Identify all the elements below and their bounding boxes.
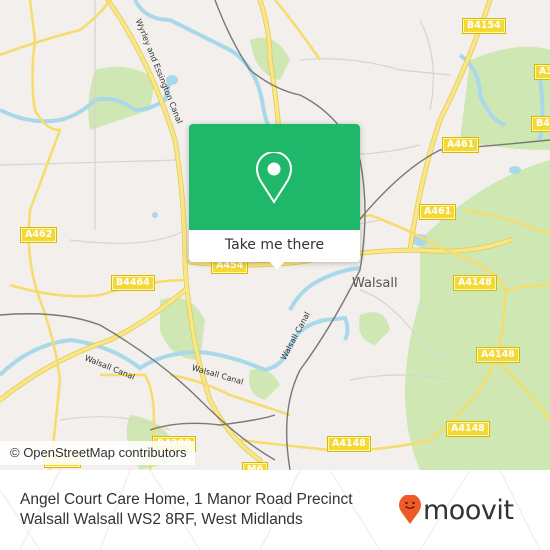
road-label: A461 — [441, 137, 480, 153]
road-label: M6 — [241, 462, 269, 470]
popup-header — [189, 124, 360, 230]
popup-pointer — [269, 261, 285, 270]
location-popup: Take me there — [189, 124, 360, 270]
road-label: A461 — [418, 204, 457, 220]
road-label: B4464 — [111, 275, 155, 291]
address: Angel Court Care Home, 1 Manor Road Prec… — [20, 490, 390, 530]
road-label: B4154 — [462, 18, 506, 34]
take-me-there-button[interactable]: Take me there — [189, 230, 360, 262]
map-attribution[interactable]: © OpenStreetMap contributors — [0, 441, 195, 465]
road-label: A4148 — [446, 421, 490, 437]
road-label: A4148 — [453, 275, 497, 291]
address-line-1: Angel Court Care Home, 1 Manor Road Prec… — [20, 491, 353, 508]
road-label: B4154 — [531, 116, 550, 132]
brand-name: moovit — [423, 494, 514, 526]
moovit-logo[interactable]: moovit — [399, 490, 514, 530]
address-line-2: Walsall Walsall WS2 8RF, West Midlands — [20, 511, 303, 528]
map[interactable]: Walsall A34 B4154 A461 A461 A462 A454 B4… — [0, 0, 550, 470]
road-label: A4148 — [327, 436, 371, 452]
road-label: A4148 — [476, 347, 520, 363]
place-label-walsall: Walsall — [352, 276, 398, 291]
road-label: A462 — [19, 227, 58, 243]
moovit-pin-icon — [399, 495, 421, 524]
road-label: A34 — [534, 64, 550, 80]
footer: Angel Court Care Home, 1 Manor Road Prec… — [0, 470, 550, 550]
location-pin-icon — [256, 152, 292, 204]
